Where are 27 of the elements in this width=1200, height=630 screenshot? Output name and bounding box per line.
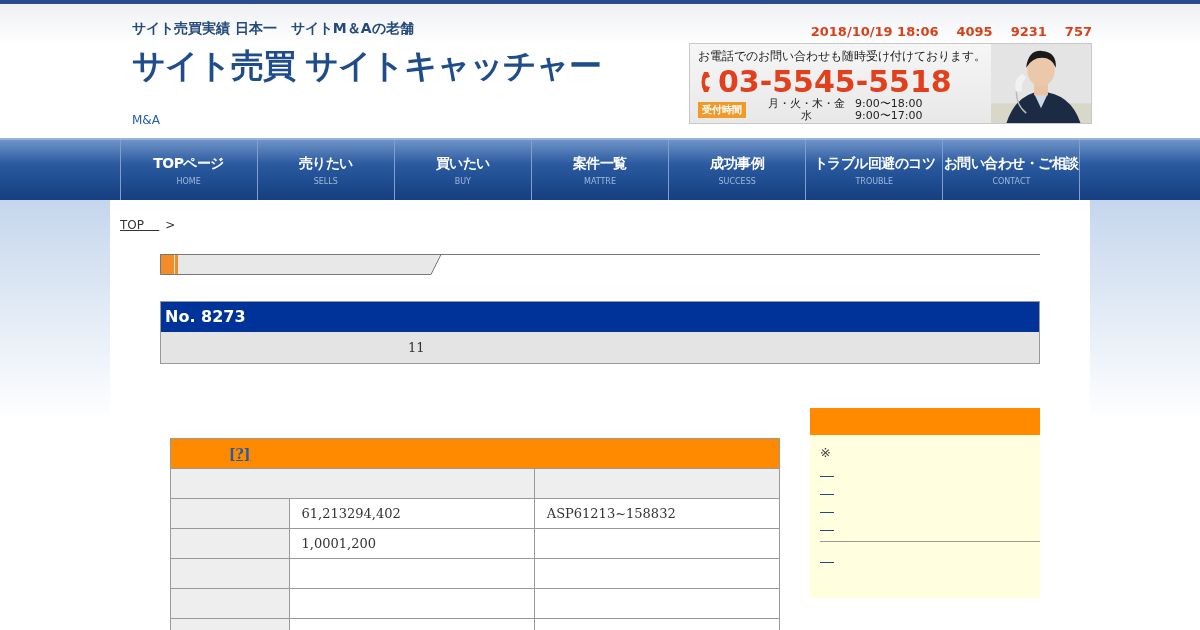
hours-badge: 受付時間	[698, 102, 746, 118]
link-underline[interactable]	[820, 494, 834, 495]
hours-time: 9:00〜18:00	[855, 98, 923, 110]
site-subtitle: M&A	[132, 113, 161, 127]
tagline: サイト売買実績 日本一 サイトM＆Aの老舗	[132, 20, 415, 38]
hours-time: 9:00〜17:00	[855, 110, 923, 122]
listing-info: 11	[408, 340, 425, 355]
stat-text: 2018/10/19 18:06	[810, 24, 939, 39]
sidebar-note: ※	[820, 445, 832, 460]
hours-days: 水	[768, 110, 845, 122]
listing-number: No. 8273	[161, 302, 1039, 332]
stat-text: 4095	[956, 24, 993, 39]
stat-text: 757	[1064, 24, 1092, 39]
breadcrumb-link[interactable]: TOP	[120, 218, 160, 232]
link-underline[interactable]	[820, 530, 834, 531]
banner-note: お電話でのお問い合わせも随時受け付けております。	[698, 48, 986, 65]
table-cell: 61,213294,402	[289, 498, 535, 529]
link-underline[interactable]	[820, 562, 834, 563]
link-underline[interactable]	[820, 512, 834, 513]
phone-number: 03-5545-5518	[718, 66, 952, 98]
site-logo[interactable]: サイト売買 サイトキャッチャー	[132, 44, 602, 89]
table-cell: 1,0001,200	[289, 528, 535, 559]
link-underline[interactable]	[820, 476, 834, 477]
stat-text: 9231	[1010, 24, 1047, 39]
hours-days: 月・火・木・金	[768, 98, 845, 110]
table-cell: ASP61213~158832	[534, 498, 780, 529]
breadcrumb-separator: >	[165, 218, 176, 232]
